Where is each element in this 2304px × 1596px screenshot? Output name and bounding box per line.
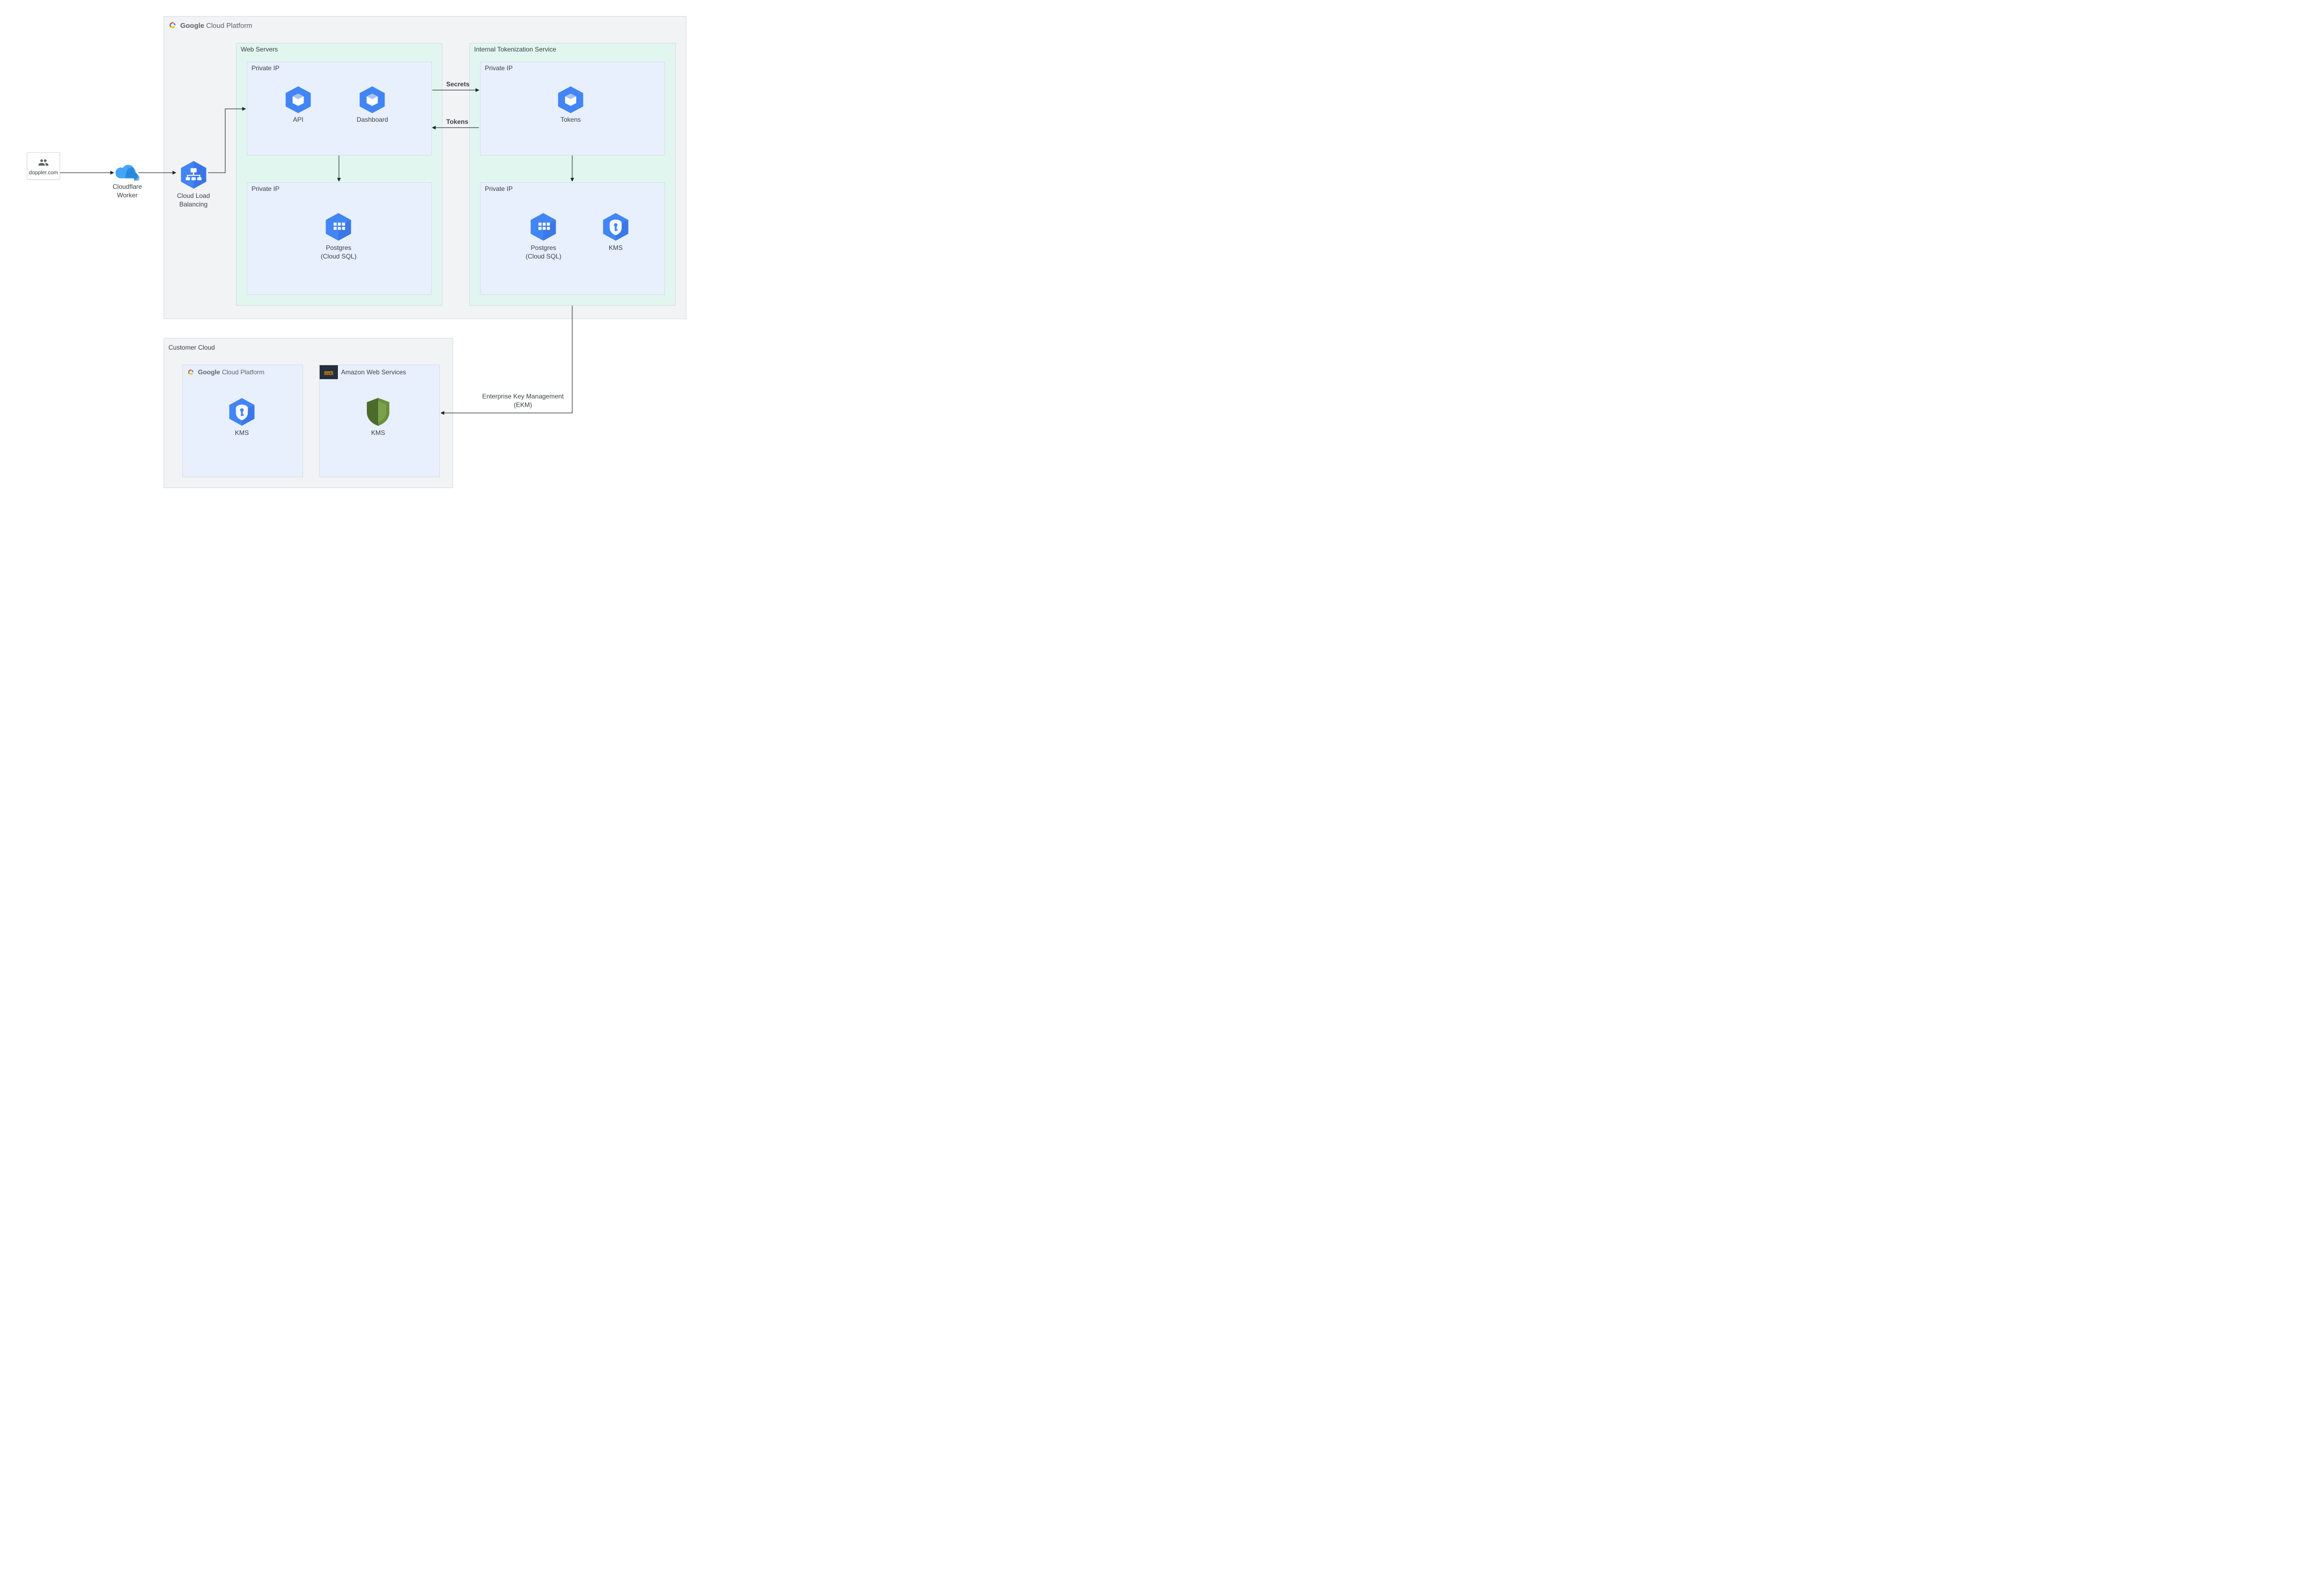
container-icon [358,86,386,114]
kms-token-node: KMS [601,212,631,253]
container-icon [557,86,585,114]
kms-icon [227,397,257,427]
architecture-diagram: doppler.com Google Cloud Platform [11,11,697,526]
tokenization-bottom-zone: Private IP [480,182,665,295]
customer-gcp-kms-node: KMS [227,397,257,438]
cloud-sql-icon [323,212,353,242]
cloudflare-worker-node: Cloudflare Worker [113,164,142,200]
load-balancer-icon [179,160,209,190]
container-icon [284,86,312,114]
postgres-web-node: Postgres (Cloud SQL) [321,212,357,261]
aws-logo-icon: aws [320,365,338,379]
doppler-label: doppler.com [29,170,58,176]
tokens-node: Tokens [557,86,585,124]
gcp-logo-icon [187,368,195,376]
dashboard-node: Dashboard [357,86,388,124]
secrets-edge-label: Secrets [446,80,469,88]
aws-shield-icon [365,397,392,427]
customer-gcp-header: Google Cloud Platform [187,368,264,376]
web-servers-top-zone: Private IP [247,62,432,156]
gcp-header: Google Cloud Platform [168,21,252,29]
postgres-token-node: Postgres (Cloud SQL) [526,212,562,261]
tokens-edge-label: Tokens [446,118,468,125]
api-node: API [284,86,312,124]
cloud-sql-icon [528,212,558,242]
gcp-logo-icon [168,21,177,29]
cloud-load-balancing-node: Cloud Load Balancing [177,160,210,209]
doppler-users-card: doppler.com [27,152,60,180]
kms-icon [601,212,631,242]
ekm-edge-label: Enterprise Key Management (EKM) [475,393,571,409]
customer-aws-kms-node: KMS [365,397,392,438]
cloudflare-cloud-icon [115,164,139,181]
users-icon [36,157,51,168]
